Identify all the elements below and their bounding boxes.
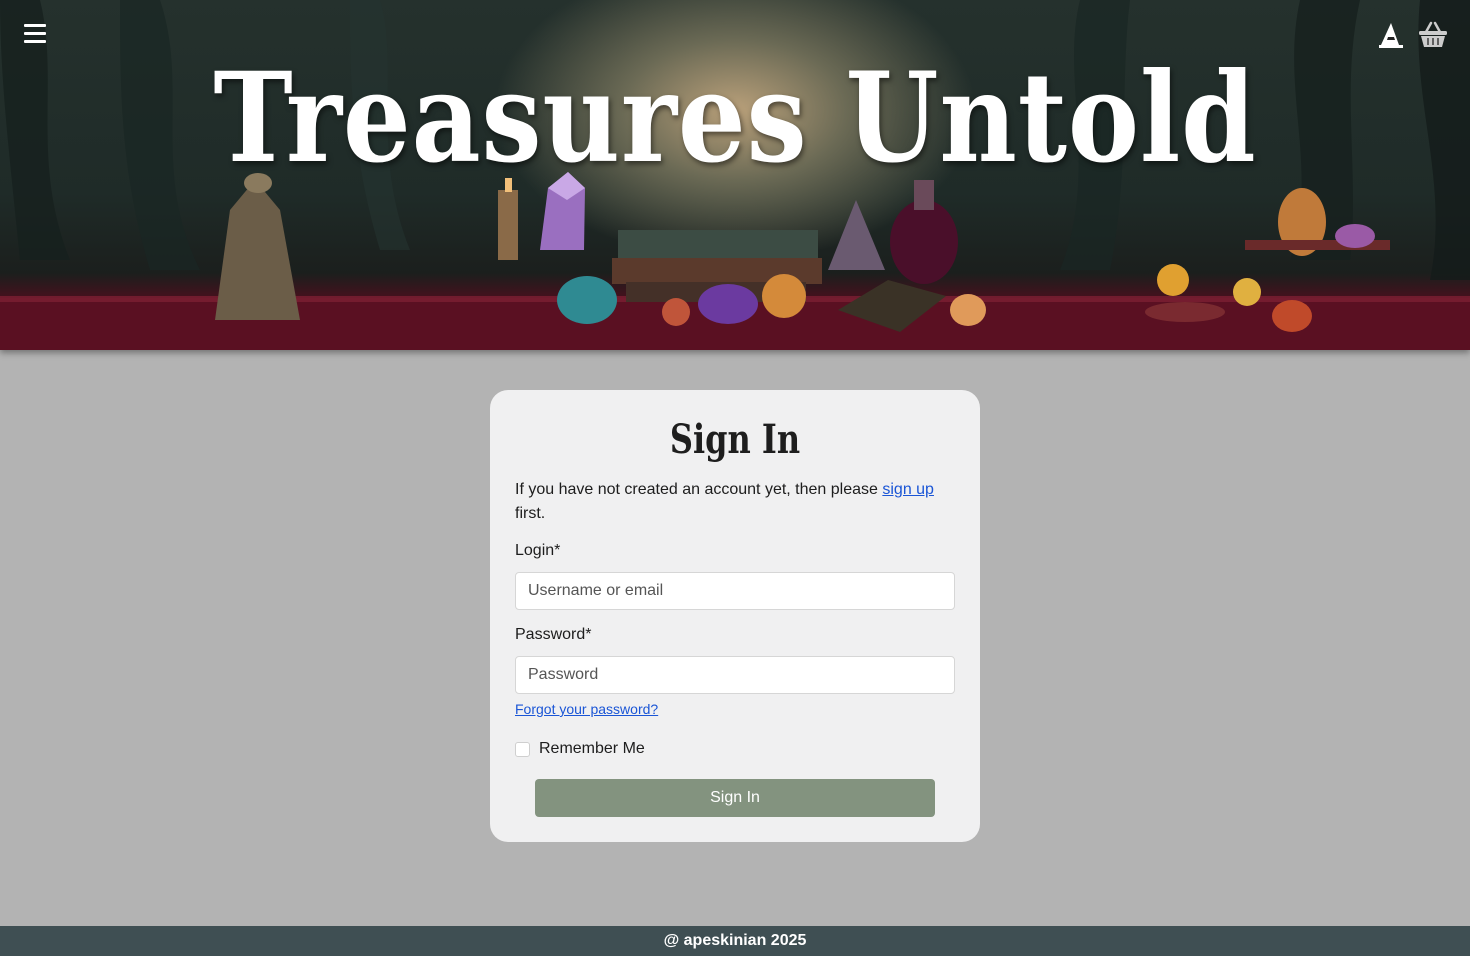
password-input[interactable] <box>515 656 955 694</box>
wizard-hat-icon[interactable] <box>1377 20 1405 50</box>
signin-heading: Sign In <box>669 416 801 463</box>
forgot-password-link[interactable]: Forgot your password? <box>515 701 658 717</box>
signup-link[interactable]: sign up <box>882 481 934 498</box>
remember-me-label: Remember Me <box>539 740 645 757</box>
footer: @ apeskinian 2025 <box>0 926 1470 956</box>
intro-text: If you have not created an account yet, … <box>515 481 883 498</box>
login-label: Login* <box>515 542 561 559</box>
basket-icon[interactable] <box>1418 20 1447 50</box>
signin-intro: If you have not created an account yet, … <box>515 478 955 526</box>
hamburger-menu-icon[interactable] <box>24 24 46 46</box>
remember-me-checkbox[interactable] <box>515 741 530 757</box>
signin-button[interactable]: Sign In <box>535 779 935 817</box>
remember-me-row[interactable]: Remember Me <box>515 739 955 759</box>
signin-card: Sign In If you have not created an accou… <box>490 390 980 842</box>
site-title: Treasures Untold <box>213 46 1257 191</box>
password-label: Password* <box>515 626 592 643</box>
hero-banner: Treasures Untold <box>0 0 1470 350</box>
login-input[interactable] <box>515 572 955 610</box>
intro-text-end: first. <box>515 505 546 522</box>
